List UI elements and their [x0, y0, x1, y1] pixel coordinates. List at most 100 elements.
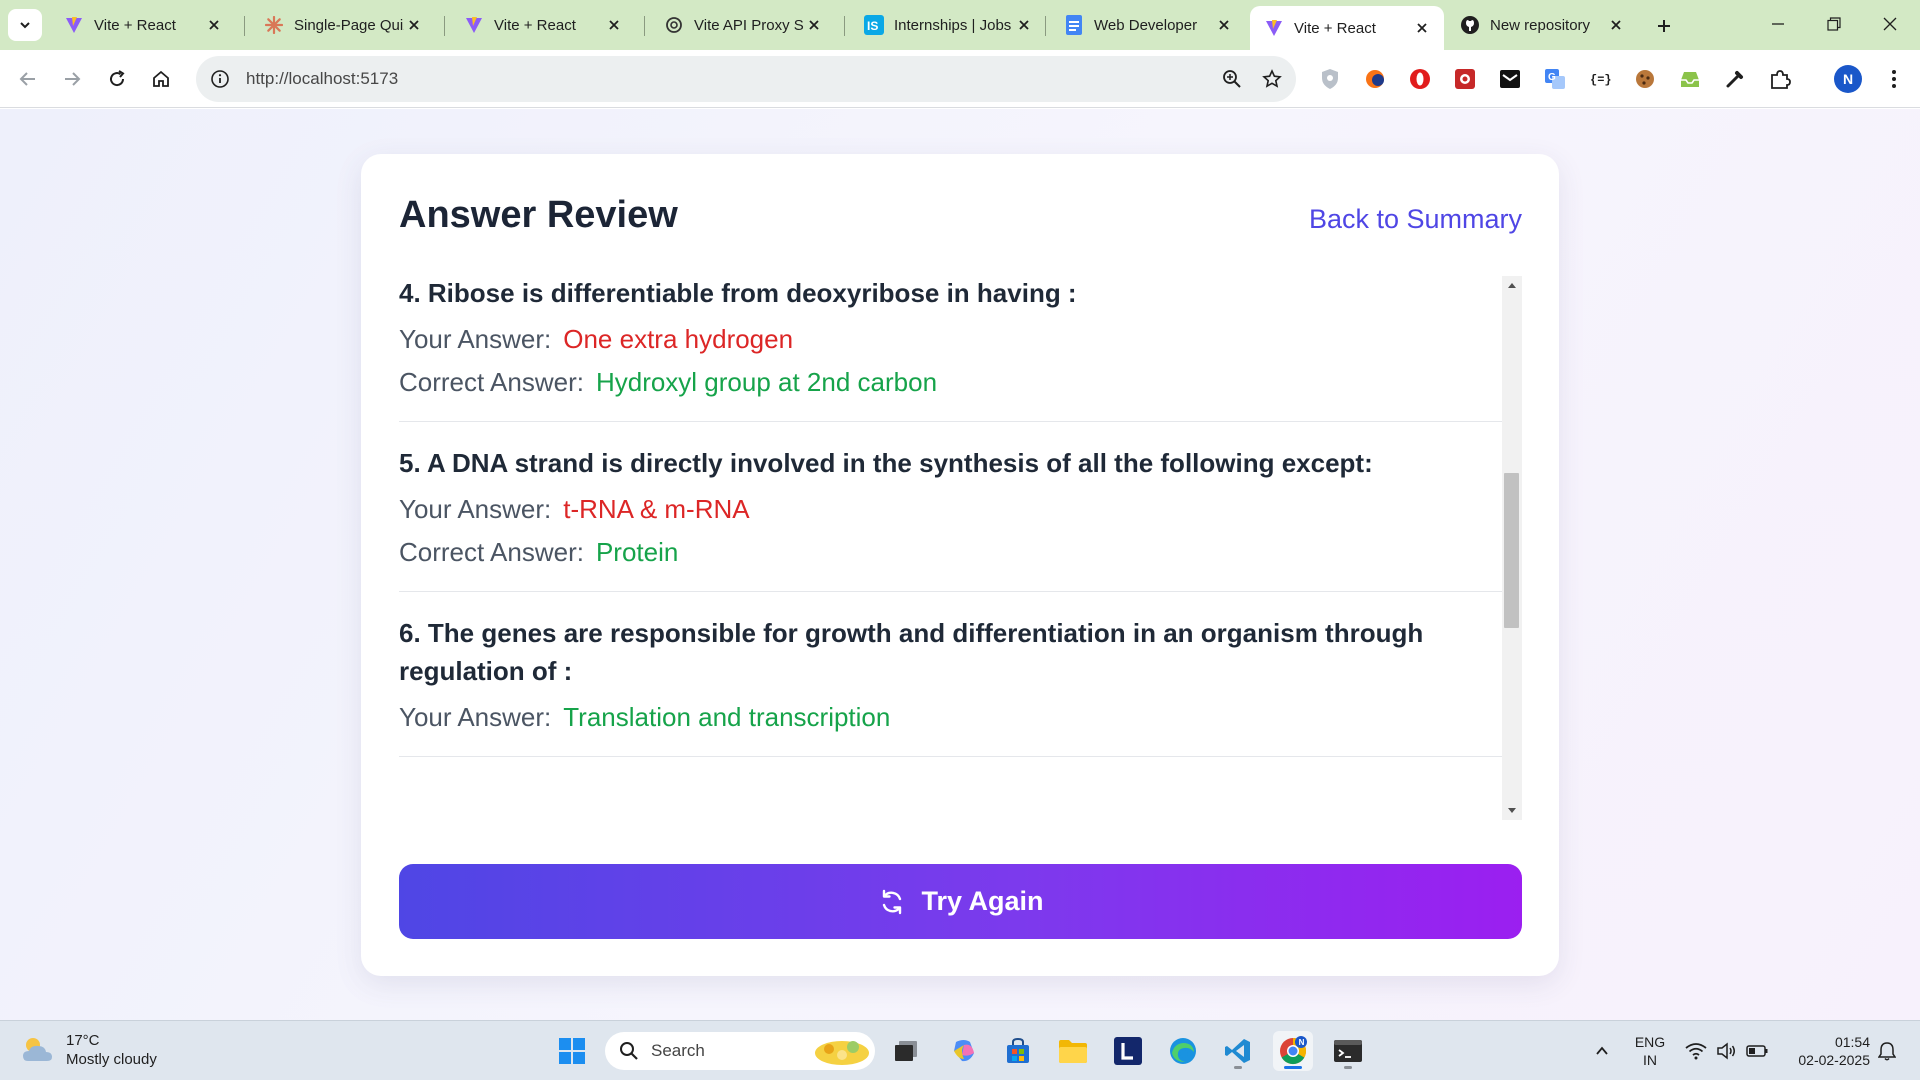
cookie-extension-icon[interactable] — [1631, 65, 1659, 93]
close-icon[interactable] — [204, 15, 224, 35]
scroll-down-arrow-icon[interactable] — [1502, 802, 1522, 820]
system-clock[interactable]: 01:54 02-02-2025 — [1782, 1033, 1870, 1069]
shield-extension-icon[interactable] — [1316, 65, 1344, 93]
browser-tab[interactable]: IS Internships | Jobs — [850, 8, 1046, 42]
question-text: 4. Ribose is differentiable from deoxyri… — [399, 278, 1077, 308]
vite-icon — [64, 15, 84, 35]
forward-button[interactable] — [54, 61, 90, 97]
opera-extension-icon[interactable] — [1406, 65, 1434, 93]
close-icon[interactable] — [1214, 15, 1234, 35]
try-again-button[interactable]: Try Again — [399, 864, 1522, 939]
vscode-app[interactable] — [1218, 1031, 1258, 1071]
profile-avatar[interactable]: N — [1834, 65, 1862, 93]
tab-divider — [844, 16, 845, 36]
your-answer-value: t-RNA & m-RNA — [563, 494, 750, 524]
browser-tab[interactable]: Vite + React — [50, 8, 236, 42]
tab-title: Single-Page Quiz — [294, 16, 404, 34]
tab-title: Web Developer — [1094, 16, 1198, 34]
back-button[interactable] — [10, 61, 46, 97]
puzzle-extensions-icon[interactable] — [1766, 65, 1794, 93]
search-highlight-icon — [815, 1041, 869, 1065]
battery-status[interactable] — [1744, 1021, 1770, 1080]
close-icon[interactable] — [604, 15, 624, 35]
tab-divider — [644, 16, 645, 36]
svg-text:IS: IS — [867, 19, 878, 33]
bookmark-star-icon[interactable] — [1256, 63, 1288, 95]
close-window-button[interactable] — [1862, 0, 1918, 48]
address-bar[interactable]: http://localhost:5173 — [196, 56, 1296, 102]
scrollbar[interactable] — [1502, 276, 1522, 820]
browser-tab[interactable]: New repository — [1446, 8, 1638, 42]
arrow-right-icon — [65, 72, 81, 86]
browser-tab[interactable]: Web Developer — [1050, 8, 1246, 42]
restore-button[interactable] — [1806, 0, 1862, 48]
zoom-icon[interactable] — [1216, 63, 1248, 95]
home-button[interactable] — [143, 61, 179, 97]
translate-extension-icon[interactable]: G — [1541, 65, 1569, 93]
json-extension-icon[interactable]: {=} — [1586, 65, 1614, 93]
weather-temperature: 17°C — [66, 1032, 100, 1049]
home-icon — [153, 70, 169, 87]
answer-list-scroll-area[interactable]: 4. Ribose is differentiable from deoxyri… — [399, 274, 1522, 819]
cloud-extension-icon[interactable] — [1361, 65, 1389, 93]
task-view-button[interactable] — [886, 1031, 926, 1071]
chrome-app[interactable]: N — [1273, 1031, 1313, 1071]
your-answer-value: Translation and transcription — [563, 702, 891, 732]
tab-title: Vite + React — [1294, 19, 1376, 37]
reload-icon — [110, 70, 125, 87]
volume-status[interactable] — [1713, 1021, 1739, 1080]
your-answer-row: Your Answer: Translation and transcripti… — [399, 700, 1502, 734]
browser-tab-strip: Vite + React Single-Page Quiz Vite + Rea… — [0, 0, 1920, 50]
store-icon — [1007, 1037, 1029, 1063]
close-icon[interactable] — [1412, 18, 1432, 38]
tab-search-button[interactable] — [8, 9, 42, 41]
answer-review-item: 4. Ribose is differentiable from deoxyri… — [399, 274, 1502, 422]
input-language-indicator[interactable]: ENG IN — [1628, 1033, 1672, 1069]
taskbar-search[interactable]: Search — [605, 1032, 875, 1070]
running-indicator — [1344, 1066, 1352, 1069]
ublock-extension-icon[interactable] — [1451, 65, 1479, 93]
site-info-icon[interactable] — [208, 67, 232, 91]
close-icon[interactable] — [404, 15, 424, 35]
terminal-app[interactable] — [1328, 1031, 1368, 1071]
file-explorer-app[interactable] — [1053, 1031, 1093, 1071]
page-title: Answer Review — [399, 194, 678, 236]
tab-title: Internships | Jobs — [894, 16, 1012, 34]
windows-taskbar: 17°C Mostly cloudy Search N ENG IN 01:54… — [0, 1020, 1920, 1080]
your-answer-row: Your Answer: One extra hydrogen — [399, 322, 1502, 356]
vite-icon — [1264, 18, 1284, 38]
tab-divider — [244, 16, 245, 36]
scrollbar-thumb[interactable] — [1504, 473, 1519, 628]
copilot-app[interactable] — [944, 1031, 984, 1071]
running-indicator — [1234, 1066, 1242, 1069]
new-tab-button[interactable] — [1650, 12, 1678, 40]
scroll-up-arrow-icon[interactable] — [1502, 276, 1522, 294]
try-again-label: Try Again — [921, 886, 1044, 916]
inbox-extension-icon[interactable] — [1676, 65, 1704, 93]
l-app[interactable] — [1108, 1031, 1148, 1071]
show-hidden-icons-button[interactable] — [1588, 1021, 1616, 1080]
notifications-button[interactable] — [1872, 1021, 1902, 1080]
close-icon[interactable] — [1606, 15, 1626, 35]
edge-browser-app[interactable] — [1163, 1031, 1203, 1071]
your-answer-value: One extra hydrogen — [563, 324, 794, 354]
browser-tab[interactable]: Vite + React — [450, 8, 636, 42]
close-icon[interactable] — [1014, 15, 1034, 35]
start-button[interactable] — [552, 1031, 592, 1071]
chatgpt-icon — [664, 15, 684, 35]
weather-widget[interactable]: 17°C Mostly cloudy — [20, 1031, 157, 1069]
browser-tab[interactable]: Vite API Proxy Se — [650, 8, 836, 42]
mail-extension-icon[interactable] — [1496, 65, 1524, 93]
reload-button[interactable] — [99, 61, 135, 97]
question-text: 5. A DNA strand is directly involved in … — [399, 448, 1373, 478]
microsoft-store-app[interactable] — [998, 1031, 1038, 1071]
eyedropper-extension-icon[interactable] — [1721, 65, 1749, 93]
browser-tab[interactable]: Single-Page Quiz — [250, 8, 436, 42]
wifi-status[interactable] — [1683, 1021, 1709, 1080]
browser-tab-active[interactable]: Vite + React — [1250, 6, 1444, 50]
menu-kebab-icon[interactable] — [1880, 65, 1908, 93]
tab-divider — [444, 16, 445, 36]
minimize-button[interactable] — [1750, 0, 1806, 48]
close-icon[interactable] — [804, 15, 824, 35]
back-to-summary-link[interactable]: Back to Summary — [1309, 204, 1522, 235]
